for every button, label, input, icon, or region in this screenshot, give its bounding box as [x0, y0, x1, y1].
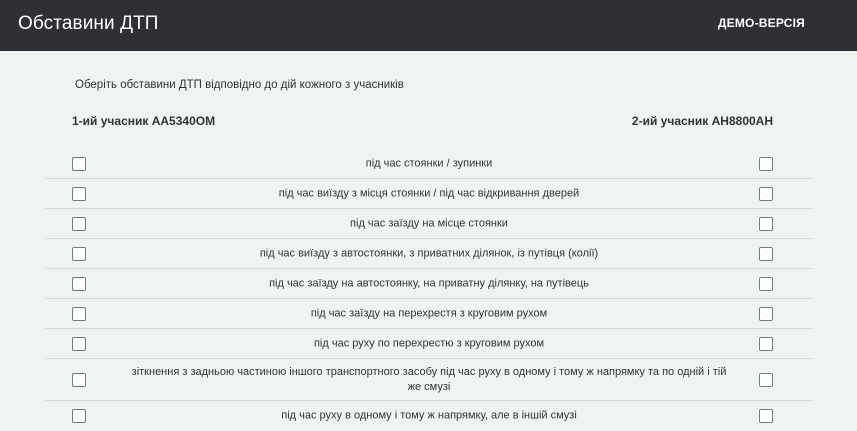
circumstance-label: під час виїзду з автостоянки, з приватни… [259, 247, 599, 259]
participant-2-heading: 2-ий учасник АН8800АН [631, 114, 773, 128]
participant-1-checkbox[interactable] [72, 409, 86, 423]
circumstance-row: під час заїзду на місце стоянки [45, 209, 813, 239]
main-content: Оберіть обставини ДТП відповідно до дій … [0, 51, 857, 424]
participant-2-checkbox[interactable] [759, 156, 773, 171]
circumstance-row: під час виїзду з автостоянки, з приватни… [45, 239, 813, 269]
participant-1-checkbox[interactable] [72, 186, 86, 201]
circumstance-label: під час руху по перехрестю з круговим ру… [313, 337, 545, 349]
circumstance-row: під час руху в одному і тому ж напрямку,… [45, 401, 813, 431]
participant-1-checkbox[interactable] [72, 216, 86, 231]
instruction-text: Оберіть обставини ДТП відповідно до дій … [75, 79, 404, 91]
participant-1-checkbox[interactable] [72, 336, 86, 351]
demo-version-badge: ДЕМО-ВЕРСІЯ [717, 16, 805, 30]
circumstance-label: під час руху в одному і тому ж напрямку,… [281, 409, 577, 422]
participant-2-checkbox[interactable] [759, 186, 773, 201]
participant-2-checkbox[interactable] [759, 276, 773, 291]
participant-1-heading: 1-ий учасник АА5340ОМ [72, 114, 216, 128]
circumstance-label: під час стоянки / зупинки [365, 157, 493, 169]
circumstance-row: під час заїзду на перехрестя з круговим … [45, 299, 813, 329]
participant-2-checkbox[interactable] [759, 216, 773, 231]
top-bar: Обставини ДТП ДЕМО-ВЕРСІЯ [0, 0, 857, 51]
participant-1-checkbox[interactable] [72, 246, 86, 261]
circumstance-row: під час виїзду з місця стоянки / під час… [45, 179, 813, 209]
participant-2-checkbox[interactable] [759, 336, 773, 351]
circumstance-row: під час стоянки / зупинки [45, 149, 813, 179]
participant-2-checkbox[interactable] [759, 409, 773, 423]
participant-1-checkbox[interactable] [72, 306, 86, 321]
participant-2-checkbox[interactable] [759, 306, 773, 321]
participant-2-checkbox[interactable] [759, 372, 773, 387]
participant-1-checkbox[interactable] [72, 372, 86, 387]
participant-2-checkbox[interactable] [759, 246, 773, 261]
participant-1-checkbox[interactable] [72, 276, 86, 291]
circumstance-label: під час заїзду на перехрестя з круговим … [310, 307, 548, 319]
participant-1-checkbox[interactable] [72, 156, 86, 171]
circumstance-row: під час руху по перехрестю з круговим ру… [45, 329, 813, 359]
circumstance-row: під час заїзду на автостоянку, на приват… [45, 269, 813, 299]
circumstance-label: під час заїзду на автостоянку, на приват… [269, 277, 589, 289]
circumstance-label: зіткнення з задньою частиною іншого тран… [131, 365, 727, 393]
circumstance-label: під час виїзду з місця стоянки / під час… [278, 187, 580, 199]
circumstance-row: зіткнення з задньою частиною іншого тран… [45, 359, 813, 401]
circumstances-list: під час стоянки / зупинки під час виїзду… [45, 149, 813, 431]
circumstance-label: під час заїзду на місце стоянки [350, 217, 508, 229]
page-title: Обставини ДТП [18, 13, 159, 34]
